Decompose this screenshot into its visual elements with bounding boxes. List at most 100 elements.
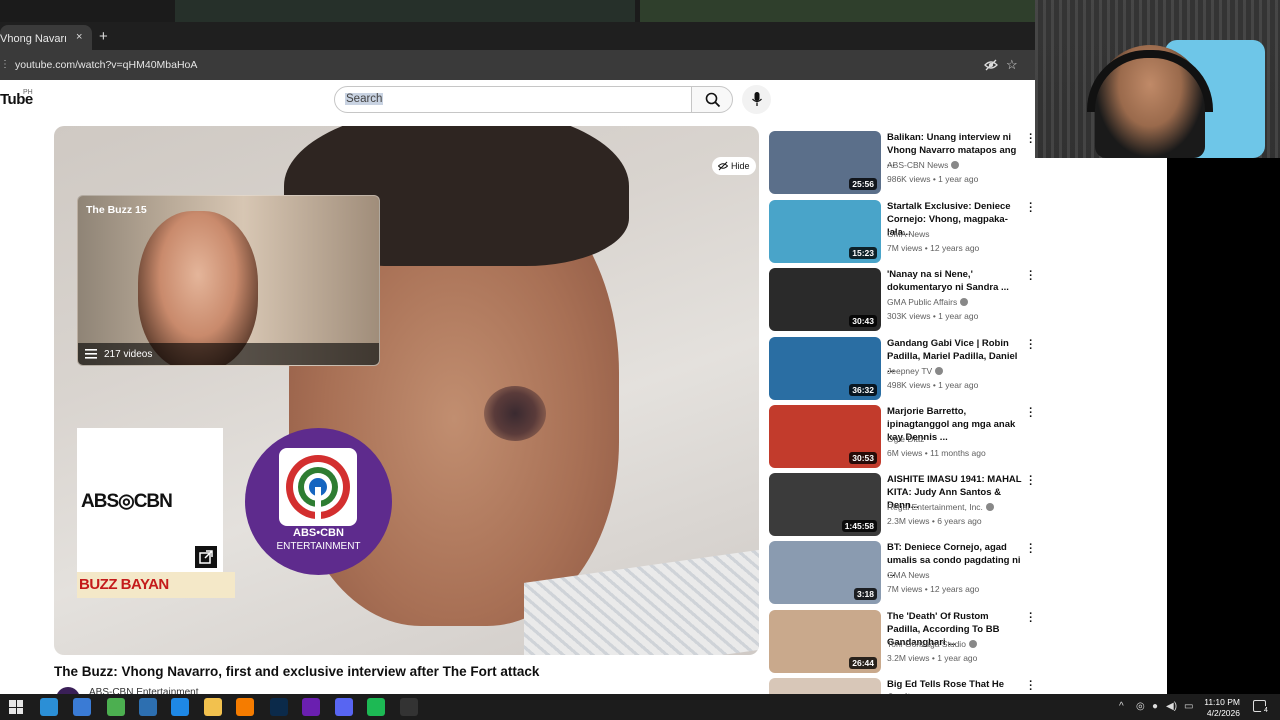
recommendation-title[interactable]: 'Nanay na si Nene,' dokumentaryo ni Sand… bbox=[887, 268, 1022, 294]
address-bar: ⋮ youtube.com/watch?v=qHM40MbaHoA ☆ bbox=[0, 50, 1035, 80]
recommendation-item[interactable]: 25:56 Balikan: Unang interview ni Vhong N… bbox=[769, 130, 1035, 194]
pen-icon[interactable] bbox=[139, 698, 157, 716]
more-options-icon[interactable]: · · · bbox=[1027, 609, 1035, 628]
recommendation-item[interactable]: 30:43 'Nanay na si Nene,' dokumentaryo ni… bbox=[769, 267, 1035, 331]
vscode-icon[interactable] bbox=[171, 698, 189, 716]
end-screen-playlist-card[interactable]: The Buzz 15 217 videos bbox=[77, 195, 380, 366]
recommendation-channel[interactable]: Regal Entertainment, Inc. bbox=[887, 502, 994, 512]
tray-chevron-icon[interactable]: ^ bbox=[1119, 701, 1124, 712]
recommendation-item[interactable]: 36:32 Gandang Gabi Vice | Robin Padilla, … bbox=[769, 336, 1035, 400]
recommendation-meta: 7M views • 12 years ago bbox=[887, 243, 980, 253]
more-options-icon[interactable]: · · · bbox=[1027, 472, 1035, 491]
duration-badge: 3:18 bbox=[853, 588, 877, 600]
screen-edge bbox=[1167, 158, 1280, 694]
keyboard-icon[interactable]: ▭ bbox=[1184, 701, 1193, 712]
verified-icon bbox=[960, 298, 969, 306]
more-options-icon[interactable]: · · · bbox=[1027, 540, 1035, 559]
recommendation-channel[interactable]: Jeepney TV bbox=[887, 366, 944, 376]
new-tab-button[interactable]: + bbox=[99, 28, 108, 45]
sublime-icon[interactable] bbox=[236, 698, 254, 716]
site-info-icon[interactable]: ⋮ bbox=[0, 59, 10, 70]
microphone-icon[interactable]: ● bbox=[1152, 701, 1158, 712]
yahoo-icon[interactable] bbox=[302, 698, 320, 716]
video-title: The Buzz: Vhong Navarro, first and exclu… bbox=[54, 664, 540, 679]
photoshop-icon[interactable] bbox=[270, 698, 288, 716]
search-placeholder: Search bbox=[345, 93, 384, 105]
show-banner: BUZZ BAYAN bbox=[77, 572, 235, 598]
duration-badge: 36:32 bbox=[849, 384, 877, 396]
bookmark-star-icon[interactable]: ☆ bbox=[1006, 57, 1018, 73]
playlist-info-bar: 217 videos bbox=[78, 343, 379, 365]
video-player[interactable]: Hide The Buzz 15 217 videos ABS◎CBN BUZZ… bbox=[54, 126, 759, 655]
recommendation-channel[interactable]: Ogie Diaz bbox=[887, 434, 924, 444]
recommendation-meta: 6M views • 11 months ago bbox=[887, 448, 986, 458]
obs-icon[interactable] bbox=[400, 698, 418, 716]
more-options-icon[interactable]: · · · bbox=[1027, 199, 1035, 218]
background-blur bbox=[175, 0, 635, 22]
recommendation-channel[interactable]: GMA News bbox=[887, 570, 930, 580]
background-blur bbox=[640, 0, 1035, 22]
more-options-icon[interactable]: · · · bbox=[1027, 336, 1035, 355]
file-explorer-icon[interactable] bbox=[204, 698, 222, 716]
voice-search-button[interactable] bbox=[742, 85, 771, 114]
video-thumbnail[interactable]: 3:18 bbox=[769, 541, 881, 604]
recommendation-item[interactable]: 1:45:58 AISHITE IMASU 1941: MAHAL KITA: J… bbox=[769, 472, 1035, 536]
video-thumbnail[interactable]: 30:43 bbox=[769, 268, 881, 331]
channel-label: Jeepney TV bbox=[887, 366, 933, 376]
duration-badge: 25:56 bbox=[849, 178, 877, 190]
tray-app-icon[interactable]: ◎ bbox=[1136, 701, 1145, 712]
chrome-icon[interactable] bbox=[107, 698, 125, 716]
more-options-icon[interactable]: · · · bbox=[1027, 677, 1035, 696]
more-options-icon[interactable]: · · · bbox=[1027, 404, 1035, 423]
more-options-icon[interactable]: · · · bbox=[1027, 267, 1035, 286]
video-thumbnail[interactable]: 26:44 bbox=[769, 610, 881, 673]
video-thumbnail[interactable]: 25:56 bbox=[769, 131, 881, 194]
video-thumbnail[interactable]: 30:53 bbox=[769, 405, 881, 468]
recommendation-item[interactable]: 26:44 The 'Death' Of Rustom Padilla, Acco… bbox=[769, 609, 1035, 673]
duration-badge: 30:53 bbox=[849, 452, 877, 464]
channel-label: GMA News bbox=[887, 229, 930, 239]
channel-label: GMA News bbox=[887, 570, 930, 580]
search-input[interactable]: Search bbox=[334, 86, 692, 113]
clock-time: 11:10 PM bbox=[1204, 697, 1240, 707]
abs-cbn-entertainment-subscribe-card[interactable]: ABS•CBN ENTERTAINMENT bbox=[245, 428, 392, 575]
recommendation-meta: 498K views • 1 year ago bbox=[887, 380, 979, 390]
recommendation-channel[interactable]: GMA Public Affairs bbox=[887, 297, 969, 307]
channel-label: Ogie Diaz bbox=[887, 434, 925, 444]
abs-cbn-logo: ABS◎CBN bbox=[81, 491, 173, 512]
recommendation-meta: 986K views • 1 year ago bbox=[887, 174, 979, 184]
discord-icon[interactable] bbox=[335, 698, 353, 716]
recommendation-channel[interactable]: Toni Gonzaga Studio bbox=[887, 639, 977, 649]
hide-cards-button[interactable]: Hide bbox=[712, 157, 756, 175]
browser-tab[interactable]: Vhong Navarro, first × bbox=[0, 25, 92, 50]
tab-close-icon[interactable]: × bbox=[76, 31, 82, 43]
playlist-icon bbox=[85, 349, 97, 359]
video-thumbnail[interactable]: 36:32 bbox=[769, 337, 881, 400]
video-thumbnail[interactable]: 1:45:58 bbox=[769, 473, 881, 536]
duration-badge: 1:45:58 bbox=[841, 520, 877, 532]
recommendation-meta: 303K views • 1 year ago bbox=[887, 311, 979, 321]
volume-icon[interactable]: ◀) bbox=[1166, 701, 1177, 712]
eye-off-icon[interactable] bbox=[984, 58, 998, 72]
verified-icon bbox=[935, 367, 944, 375]
recommendation-channel[interactable]: GMA News bbox=[887, 229, 930, 239]
end-screen-channel-card[interactable]: ABS◎CBN bbox=[77, 428, 223, 574]
start-button[interactable] bbox=[9, 700, 23, 714]
url-field[interactable]: youtube.com/watch?v=qHM40MbaHoA bbox=[15, 59, 197, 71]
recommendation-channel[interactable]: ABS-CBN News bbox=[887, 160, 960, 170]
external-link-icon[interactable] bbox=[195, 546, 217, 568]
video-thumbnail[interactable]: 15:23 bbox=[769, 200, 881, 263]
copilot-icon[interactable] bbox=[73, 698, 91, 716]
recommendation-meta: 7M views • 12 years ago bbox=[887, 584, 980, 594]
channel-label: ABS-CBN News bbox=[887, 160, 949, 170]
recommendation-item[interactable]: 30:53 Marjorie Barretto, ipinagtanggol an… bbox=[769, 404, 1035, 468]
more-options-icon[interactable]: · · · bbox=[1027, 130, 1035, 149]
search-button[interactable] bbox=[691, 86, 733, 113]
spotify-icon[interactable] bbox=[367, 698, 385, 716]
entertainment-brand-name: ABS•CBN bbox=[293, 527, 344, 539]
edge-icon[interactable] bbox=[40, 698, 58, 716]
recommendation-item[interactable]: 3:18 BT: Deniece Cornejo, agad umalis sa … bbox=[769, 540, 1035, 604]
clock[interactable]: 11:10 PM 4/2/2026 bbox=[1200, 697, 1240, 719]
video-frame-bruise bbox=[484, 386, 546, 441]
recommendation-item[interactable]: 15:23 Startalk Exclusive: Deniece Cornejo… bbox=[769, 199, 1035, 263]
